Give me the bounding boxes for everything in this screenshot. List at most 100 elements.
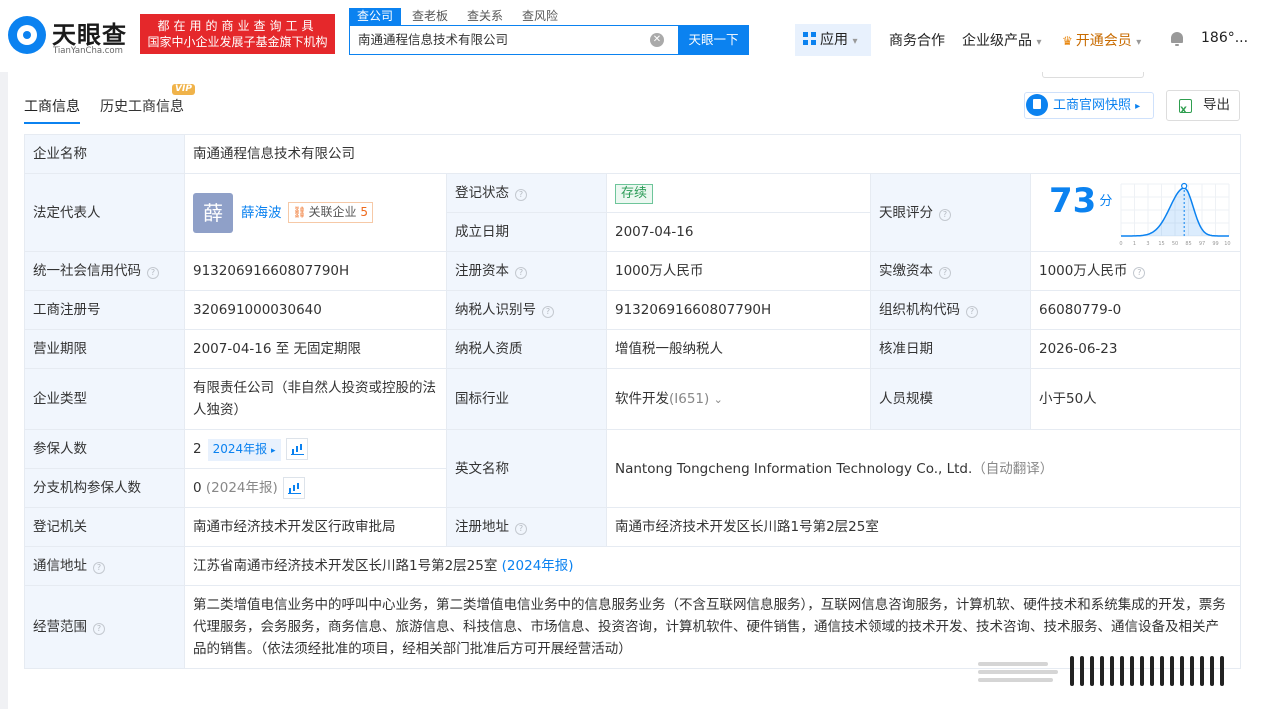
nav-business[interactable]: 商务合作 (889, 30, 945, 50)
taxpayer-id-label-text: 纳税人识别号 (455, 302, 536, 318)
user-menu[interactable]: 186°... (1201, 30, 1248, 46)
status-badge: 存续 (615, 184, 654, 204)
search-tab-company[interactable]: 查公司 (349, 8, 401, 25)
snapshot-button[interactable]: 工商官网快照 ▸ (1024, 92, 1154, 119)
insured-label: 参保人数 (24, 429, 185, 469)
watermark-stroke (1090, 656, 1094, 686)
mail-address-label: 通信地址? (24, 546, 185, 586)
tick-label: 99 (1212, 241, 1218, 247)
chevron-right-icon: ▸ (1135, 101, 1141, 112)
search-tab-relation[interactable]: 查关系 (459, 8, 511, 25)
search-button[interactable]: 天眼一下 (678, 25, 749, 55)
score-label-text: 天眼评分 (879, 204, 933, 221)
help-icon[interactable]: ? (515, 523, 527, 535)
nav-vip[interactable]: ♛ 开通会员 ▾ (1062, 30, 1141, 50)
top-bar: 天眼查 TianYanCha.com 都在用的商业查询工具 国家中小企业发展子基… (0, 0, 1263, 72)
apps-grid-icon (803, 32, 816, 45)
score-unit: 分 (1099, 194, 1113, 209)
watermark-stroke (1150, 656, 1154, 686)
table-row: 法定代表人 薛薛海波 ⛓ 关联企业 5 登记状态? 存续 天眼评分? 73 分 0 1 3… (24, 173, 1242, 252)
reg-address-label: 注册地址? (446, 507, 607, 547)
watermark-stroke (1160, 656, 1164, 686)
related-companies-tag[interactable]: ⛓ 关联企业 5 (287, 202, 373, 223)
tab-history-info[interactable]: 历史工商信息 (100, 96, 184, 116)
related-count: 5 (360, 205, 368, 219)
watermark-stroke (1190, 656, 1194, 686)
score-label: 天眼评分? (870, 173, 1031, 252)
search-tab-boss[interactable]: 查老板 (404, 8, 456, 25)
reg-no-label: 工商注册号 (24, 290, 185, 330)
help-icon[interactable]: ? (515, 267, 527, 279)
bar-chart-icon[interactable] (282, 477, 305, 499)
business-info-table: 企业名称 南通通程信息技术有限公司 法定代表人 薛薛海波 ⛓ 关联企业 5 登记状态… (24, 134, 1242, 669)
reg-capital-label: 注册资本? (446, 251, 607, 291)
nav-enterprise-products[interactable]: 企业级产品 ▾ (962, 30, 1041, 50)
taxpayer-id: 91320691660807790H (606, 290, 871, 330)
auto-translate-note: （自动翻译） (972, 460, 1054, 477)
bar-chart-icon[interactable] (285, 437, 308, 460)
help-icon[interactable]: ? (939, 208, 951, 221)
tick-label: 97 (1199, 241, 1205, 247)
tab-underline (24, 122, 80, 124)
tick-label: 3 (1146, 241, 1149, 247)
watermark-stroke (1100, 656, 1104, 686)
excel-icon (1179, 97, 1192, 126)
term-label: 营业期限 (24, 329, 185, 369)
slogan-line-2: 国家中小企业发展子基金旗下机构 (147, 35, 328, 49)
paid-capital-label-text: 实缴资本 (879, 263, 933, 279)
snapshot-label: 工商官网快照 (1053, 98, 1132, 113)
clear-icon[interactable]: ✕ (650, 33, 664, 47)
score-value: 73 分 (1049, 184, 1113, 218)
export-button[interactable]: 导出 (1166, 90, 1240, 126)
hidden-button-edge (1042, 72, 1144, 78)
slogan-banner: 都在用的商业查询工具 国家中小企业发展子基金旗下机构 (140, 14, 335, 54)
score-number: 73 (1049, 181, 1097, 221)
reg-status-label-text: 登记状态 (455, 185, 509, 201)
reg-no: 320691000030640 (184, 290, 447, 330)
help-icon[interactable]: ? (966, 306, 978, 318)
paid-capital-label: 实缴资本? (870, 251, 1031, 291)
score-cell[interactable]: 73分 0 1 3 15 50 85 97 99 100 (1029, 173, 1242, 252)
apps-menu[interactable]: 应用 ▾ (795, 24, 871, 56)
reg-status-label: 登记状态? (446, 173, 607, 213)
found-date: 2007-04-16 (606, 212, 871, 252)
legal-rep-link[interactable]: 薛海波 (241, 205, 282, 221)
logo[interactable]: 天眼查 TianYanCha.com (8, 14, 133, 60)
search-tab-risk[interactable]: 查风险 (514, 8, 566, 25)
logo-eye-icon (8, 16, 46, 54)
help-icon[interactable]: ? (93, 562, 105, 574)
caret-right-icon: ▸ (270, 445, 276, 456)
help-icon[interactable]: ? (93, 623, 105, 635)
credit-code-label: 统一社会信用代码? (24, 251, 185, 291)
help-icon[interactable]: ? (542, 306, 554, 318)
industry-cell[interactable]: 软件开发(I651) ⌄ (606, 368, 871, 430)
chevron-down-icon: ⌄ (713, 392, 723, 406)
insured-cell: 2 2024年报 ▸ (184, 429, 447, 469)
reg-address: 南通市经济技术开发区长川路1号第2层25室 (605, 507, 1242, 547)
tick-label: 50 (1172, 241, 1178, 247)
table-row: 通信地址? 江苏省南通市经济技术开发区长川路1号第2层25室 (2024年报) (24, 546, 1242, 586)
search-input[interactable]: 南通通程信息技术有限公司 (358, 26, 508, 54)
help-icon[interactable]: ? (147, 267, 159, 279)
avatar[interactable]: 薛 (193, 192, 233, 233)
table-row: 工商注册号 320691000030640 纳税人识别号? 9132069166… (24, 290, 1242, 330)
annual-report-tag[interactable]: 2024年报 ▸ (207, 438, 281, 461)
watermark-stroke (1200, 656, 1204, 686)
tick-label: 15 (1158, 241, 1164, 247)
help-icon[interactable]: ? (939, 267, 951, 279)
approval-date: 2026-06-23 (1029, 329, 1242, 369)
scope-label-text: 经营范围 (33, 619, 87, 635)
apps-label: 应用 (820, 32, 848, 48)
bell-icon[interactable] (1170, 32, 1184, 46)
legal-rep-cell: 薛薛海波 ⛓ 关联企业 5 (184, 173, 447, 252)
help-icon[interactable]: ? (1133, 267, 1146, 279)
table-row: 统一社会信用代码? 91320691660807790H 注册资本? 1000万… (24, 251, 1242, 291)
tick-label: 1 (1133, 241, 1136, 247)
table-row: 企业类型 有限责任公司（非自然人投资或控股的法人独资） 国标行业 软件开发(I6… (24, 368, 1242, 430)
help-icon[interactable]: ? (515, 189, 527, 201)
watermark-stroke (1080, 656, 1084, 686)
org-code-label-text: 组织机构代码 (879, 302, 960, 318)
watermark-stroke (1220, 656, 1224, 686)
tab-basic-info[interactable]: 工商信息 (24, 96, 80, 116)
mail-address-year-link[interactable]: (2024年报) (502, 558, 574, 574)
